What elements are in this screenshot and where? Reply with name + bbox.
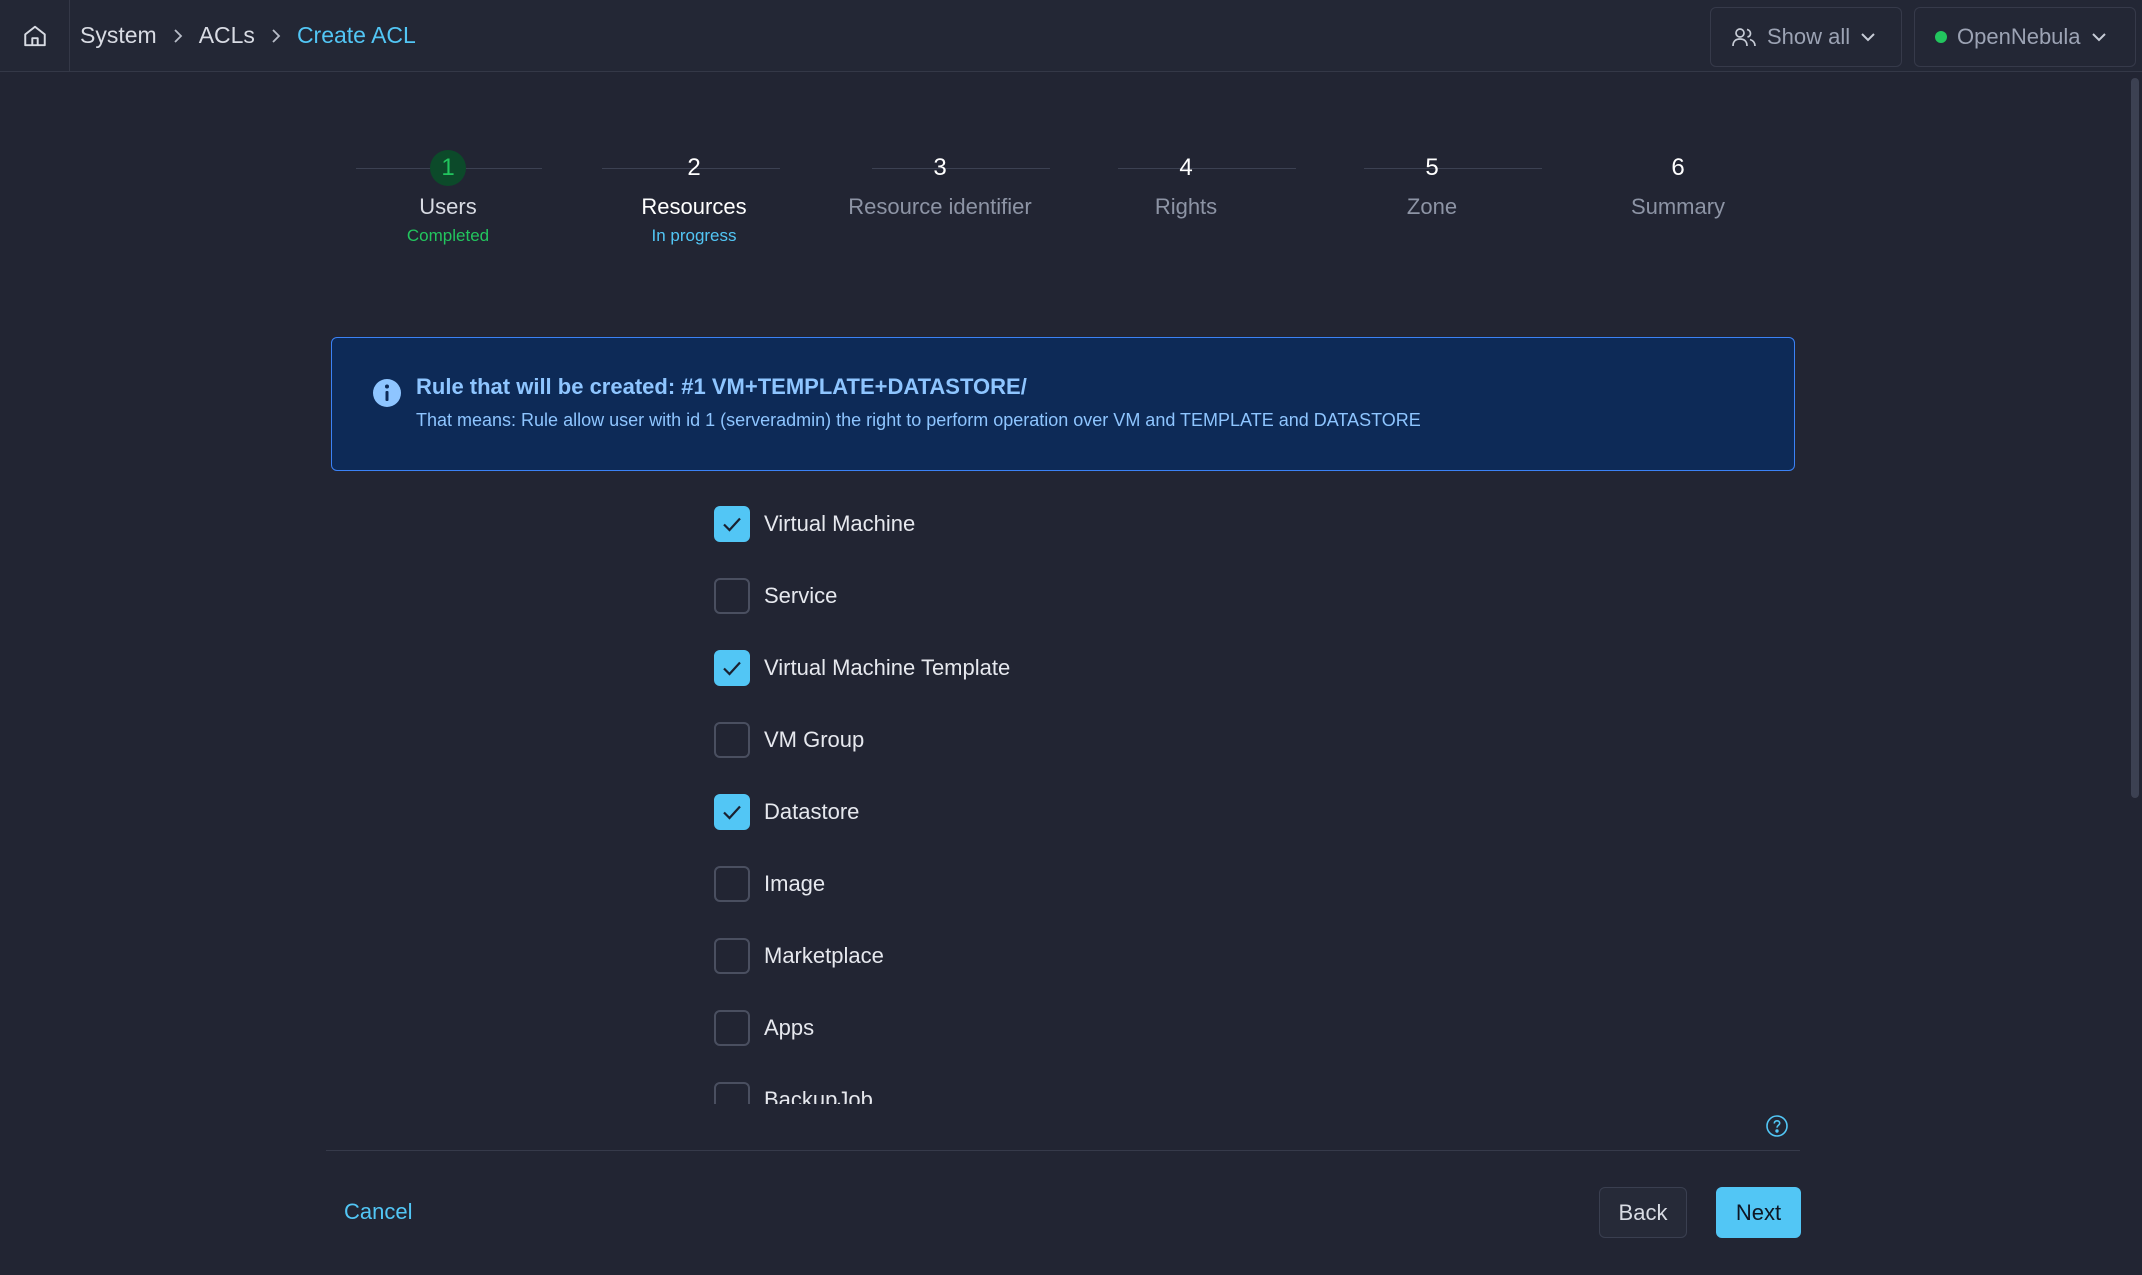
checkmark-icon: [723, 805, 741, 820]
checkbox-label: Apps: [764, 1015, 815, 1040]
info-icon: [373, 379, 401, 407]
breadcrumb-system[interactable]: System: [80, 22, 157, 49]
wizard-stepper: 1 Users Completed 2 Resources In progres…: [326, 150, 1725, 260]
checkbox-label: VM Group: [764, 727, 865, 752]
resource-option-virtual-machine[interactable]: Virtual Machine: [714, 502, 915, 546]
cancel-button[interactable]: Cancel: [332, 1190, 424, 1234]
footer-divider: [326, 1150, 1800, 1151]
step-label: Summary: [1630, 194, 1726, 219]
breadcrumb-create-acl: Create ACL: [296, 22, 416, 48]
scrollbar-thumb[interactable]: [2131, 78, 2139, 798]
step-number: 4: [1179, 154, 1193, 181]
checkmark-icon: [723, 661, 741, 676]
zone-dropdown[interactable]: OpenNebula: [1914, 7, 2136, 67]
step-number: 5: [1425, 154, 1439, 181]
step-users[interactable]: 1 Users Completed: [338, 150, 558, 246]
checkbox-label: Datastore: [764, 799, 860, 824]
checkbox[interactable]: [714, 866, 750, 902]
step-label: Rights: [1154, 194, 1218, 219]
resource-option-backupjob[interactable]: BackupJob: [714, 1078, 873, 1104]
step-resource-identifier[interactable]: 3 Resource identifier: [830, 150, 1050, 220]
resource-option-image[interactable]: Image: [714, 862, 825, 906]
rule-info-banner: Rule that will be created: #1 VM+TEMPLAT…: [331, 337, 1795, 471]
home-icon: [23, 25, 46, 46]
step-label: Zone: [1406, 194, 1458, 219]
checkbox-label: Virtual Machine: [764, 511, 916, 536]
checkbox-label: Image: [764, 871, 826, 896]
checkbox-label: Service: [764, 583, 838, 608]
users-icon: [1732, 28, 1756, 47]
checkbox[interactable]: [714, 722, 750, 758]
home-button[interactable]: [0, 0, 70, 72]
info-title: Rule that will be created: #1 VM+TEMPLAT…: [416, 374, 1027, 399]
zone-label: OpenNebula: [1957, 24, 2081, 49]
chevron-right-icon: [269, 28, 283, 44]
checkbox[interactable]: [714, 578, 750, 614]
step-number: 6: [1671, 154, 1685, 181]
checkbox[interactable]: [714, 506, 750, 542]
checkbox-label: BackupJob: [764, 1087, 873, 1104]
step-summary[interactable]: 6 Summary: [1568, 150, 1788, 220]
step-zone[interactable]: 5 Zone: [1322, 150, 1542, 220]
chevron-down-icon: [2091, 33, 2106, 42]
chevron-down-icon: [1861, 33, 1875, 42]
next-button[interactable]: Next: [1716, 1187, 1801, 1238]
resources-list[interactable]: Virtual Machine Service Virtual Machine …: [700, 490, 1400, 1104]
resource-option-datastore[interactable]: Datastore: [714, 790, 859, 834]
step-label: Users: [419, 194, 477, 219]
step-number: 1: [430, 150, 466, 186]
checkbox[interactable]: [714, 794, 750, 830]
step-status: In progress: [651, 226, 737, 245]
breadcrumb-acls[interactable]: ACLs: [199, 22, 255, 49]
show-all-dropdown[interactable]: Show all: [1710, 7, 1902, 67]
page-scrollbar[interactable]: [2128, 72, 2142, 1275]
zone-status-dot: [1935, 31, 1947, 43]
help-icon[interactable]: [1765, 1114, 1789, 1138]
step-label: Resources: [641, 194, 747, 219]
resource-option-vm-template[interactable]: Virtual Machine Template: [714, 646, 1010, 690]
step-status: Completed: [406, 226, 490, 245]
step-number: 2: [687, 154, 701, 181]
step-resources[interactable]: 2 Resources In progress: [584, 150, 804, 246]
checkbox-label: Virtual Machine Template: [764, 655, 1011, 680]
resource-option-vm-group[interactable]: VM Group: [714, 718, 864, 762]
step-label: Resource identifier: [848, 194, 1032, 219]
show-all-label: Show all: [1767, 24, 1851, 49]
top-bar: System ACLs Create ACL Show all OpenNebu…: [0, 0, 2142, 72]
resource-option-apps[interactable]: Apps: [714, 1006, 814, 1050]
checkbox-label: Marketplace: [764, 943, 884, 968]
info-description: That means: Rule allow user with id 1 (s…: [416, 410, 1421, 430]
checkbox[interactable]: [714, 650, 750, 686]
checkbox[interactable]: [714, 1010, 750, 1046]
resource-option-marketplace[interactable]: Marketplace: [714, 934, 884, 978]
step-rights[interactable]: 4 Rights: [1076, 150, 1296, 220]
breadcrumb: System ACLs Create ACL: [80, 22, 416, 49]
step-number: 3: [933, 154, 947, 181]
chevron-right-icon: [171, 28, 185, 44]
checkmark-icon: [723, 517, 741, 532]
resource-option-service[interactable]: Service: [714, 574, 837, 618]
checkbox[interactable]: [714, 1082, 750, 1104]
back-button[interactable]: Back: [1599, 1187, 1687, 1238]
checkbox[interactable]: [714, 938, 750, 974]
